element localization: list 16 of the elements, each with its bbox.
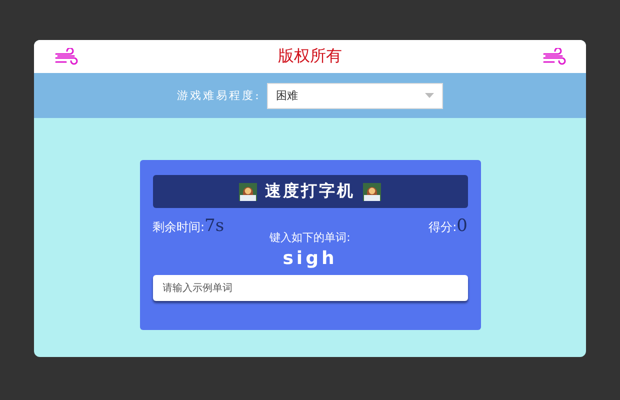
caret-icon [424, 93, 434, 98]
word-input[interactable]: 请输入示例单词 [152, 275, 468, 301]
page-title: 版权所有 [278, 46, 342, 67]
target-word: sigh [282, 248, 338, 269]
time-value: 7s [204, 216, 224, 236]
person-at-laptop-icon [363, 182, 381, 200]
difficulty-select[interactable]: 困难 [266, 82, 443, 108]
game-title: 速度打字机 [265, 181, 355, 202]
score-value: 0 [456, 216, 468, 236]
score-label: 得分: [428, 219, 457, 236]
difficulty-label: 游戏难易程度: [177, 88, 261, 103]
wind-icon [54, 48, 78, 66]
prompt-text: 键入如下的单词: [268, 230, 352, 245]
person-at-laptop-icon [239, 182, 257, 200]
time-label: 剩余时间: [152, 219, 205, 236]
wind-icon [542, 48, 566, 66]
